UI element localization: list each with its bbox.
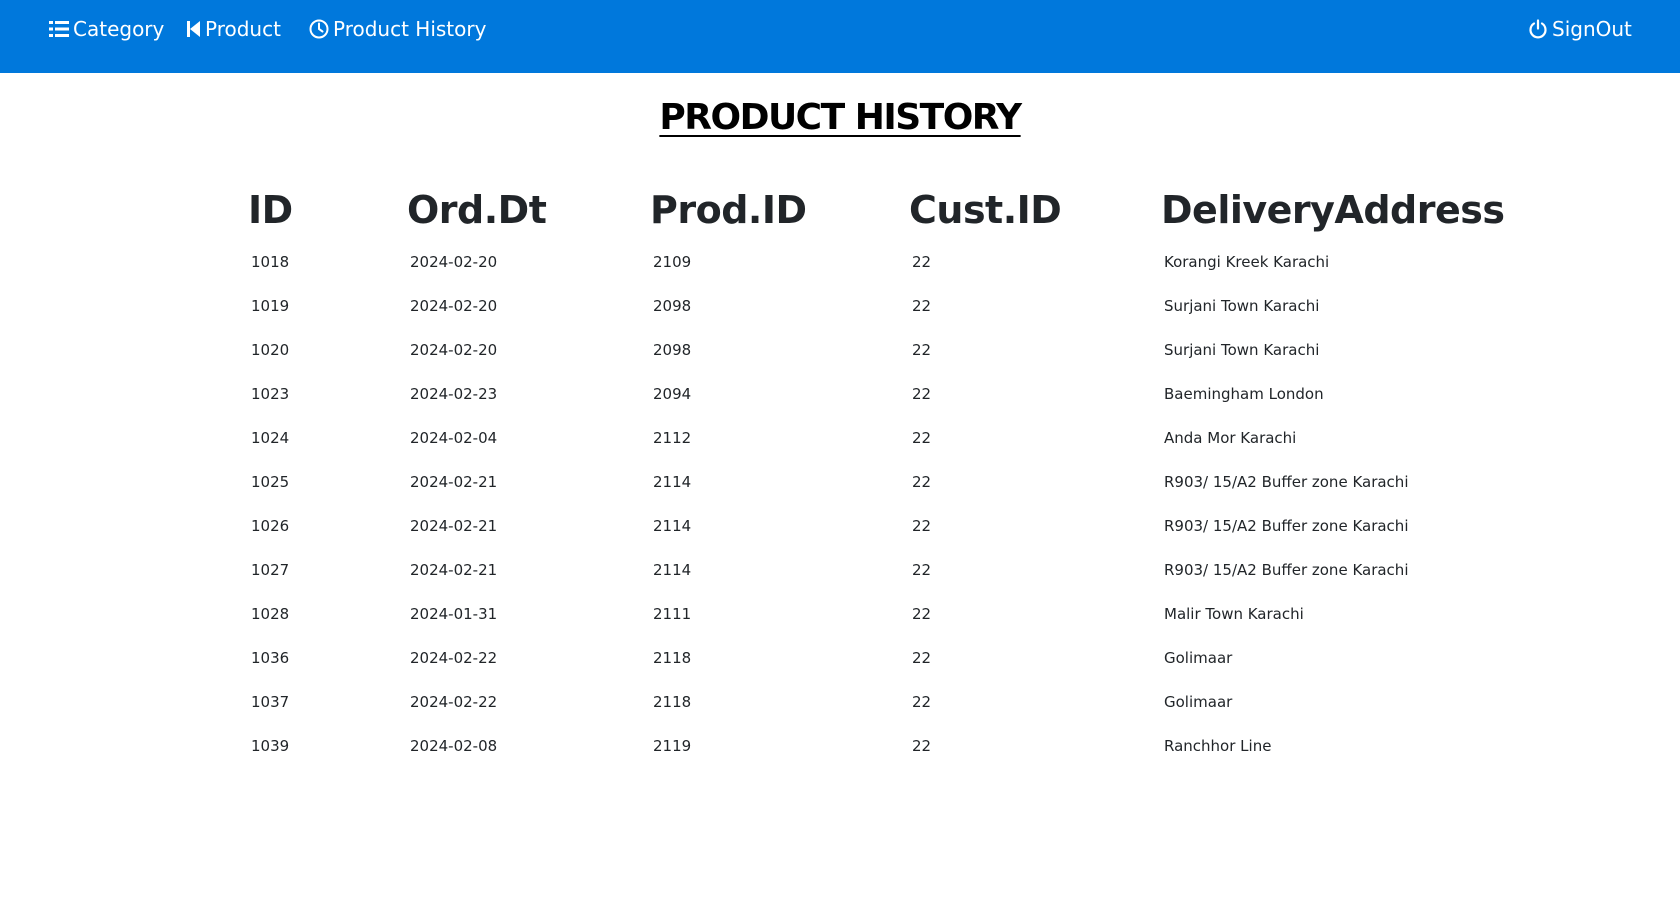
table-row: 1020 2024-02-20 2098 22 Surjani Town Karachi [248,328,1564,372]
cell-customer-id: 22 [912,737,932,755]
table-header-row: ID Ord.Dt Prod.ID Cust.ID DeliveryAddres… [248,180,1564,240]
cell-customer-id: 22 [912,297,932,315]
cell-order-date: 2024-02-20 [410,341,498,359]
column-header-delivery-address: DeliveryAddress [1161,188,1505,232]
cell-id: 1037 [251,693,290,711]
table-body: 1018 2024-02-20 2109 22 Korangi Kreek Karach… [248,240,1564,768]
column-header-id: ID [248,188,293,232]
page-title: PRODUCT HISTORY [659,97,1022,138]
top-navbar: Category Product Product History SignOut [0,0,1680,73]
cell-delivery-address: Korangi Kreek Karachi [1164,253,1330,271]
nav-link-product-history[interactable]: Product History [309,0,486,58]
cell-delivery-address: Anda Mor Karachi [1164,429,1297,447]
table-row: 1025 2024-02-21 2114 22 R903/ 15/A2 Buffer z… [248,460,1564,504]
table-row: 1026 2024-02-21 2114 22 R903/ 15/A2 Buffer z… [248,504,1564,548]
table-row: 1023 2024-02-23 2094 22 Baemingham London [248,372,1564,416]
nav-signout-label: SignOut [1552,17,1632,41]
table-row: 1037 2024-02-22 2118 22 Golimaar [248,680,1564,724]
cell-delivery-address: R903/ 15/A2 Buffer zone Karachi [1164,473,1409,491]
table-row: 1024 2024-02-04 2112 22 Anda Mor Karachi [248,416,1564,460]
cell-order-date: 2024-02-21 [410,517,498,535]
cell-id: 1039 [251,737,290,755]
cell-customer-id: 22 [912,605,932,623]
cell-order-date: 2024-02-21 [410,561,498,579]
cell-id: 1020 [251,341,290,359]
cell-product-id: 2114 [653,517,692,535]
table-row: 1019 2024-02-20 2098 22 Surjani Town Karachi [248,284,1564,328]
table-row: 1036 2024-02-22 2118 22 Golimaar [248,636,1564,680]
cell-delivery-address: Malir Town Karachi [1164,605,1304,623]
cell-product-id: 2111 [653,605,692,623]
list-icon [49,20,69,38]
cell-customer-id: 22 [912,649,932,667]
cell-order-date: 2024-02-23 [410,385,498,403]
cell-customer-id: 22 [912,253,932,271]
cell-order-date: 2024-02-21 [410,473,498,491]
cell-product-id: 2118 [653,693,692,711]
nav-link-category[interactable]: Category [49,0,164,58]
cell-order-date: 2024-02-22 [410,693,498,711]
power-icon [1528,19,1548,39]
cell-order-date: 2024-02-04 [410,429,498,447]
cell-customer-id: 22 [912,561,932,579]
cell-delivery-address: R903/ 15/A2 Buffer zone Karachi [1164,561,1409,579]
cell-id: 1028 [251,605,290,623]
skip-back-icon [187,20,201,38]
cell-order-date: 2024-02-20 [410,253,498,271]
cell-order-date: 2024-02-20 [410,297,498,315]
cell-id: 1024 [251,429,290,447]
cell-customer-id: 22 [912,473,932,491]
table-row: 1018 2024-02-20 2109 22 Korangi Kreek Karach… [248,240,1564,284]
table-row: 1028 2024-01-31 2111 22 Malir Town Karachi [248,592,1564,636]
cell-product-id: 2112 [653,429,692,447]
clock-icon [309,19,329,39]
cell-order-date: 2024-02-08 [410,737,498,755]
nav-link-product[interactable]: Product [187,0,281,58]
nav-category-label: Category [73,17,165,41]
column-header-product-id: Prod.ID [650,188,807,232]
cell-id: 1018 [251,253,290,271]
table-row: 1039 2024-02-08 2119 22 Ranchhor Line [248,724,1564,768]
cell-product-id: 2114 [653,473,692,491]
cell-id: 1019 [251,297,290,315]
cell-id: 1026 [251,517,290,535]
nav-product-label: Product [205,17,281,41]
cell-delivery-address: Golimaar [1164,693,1233,711]
cell-order-date: 2024-02-22 [410,649,498,667]
cell-product-id: 2098 [653,297,692,315]
column-header-customer-id: Cust.ID [909,188,1062,232]
nav-history-label: Product History [333,17,487,41]
cell-customer-id: 22 [912,693,932,711]
cell-id: 1023 [251,385,290,403]
cell-customer-id: 22 [912,341,932,359]
cell-delivery-address: Surjani Town Karachi [1164,297,1320,315]
cell-delivery-address: R903/ 15/A2 Buffer zone Karachi [1164,517,1409,535]
cell-product-id: 2109 [653,253,692,271]
cell-product-id: 2119 [653,737,692,755]
cell-delivery-address: Golimaar [1164,649,1233,667]
cell-customer-id: 22 [912,385,932,403]
cell-delivery-address: Ranchhor Line [1164,737,1272,755]
cell-delivery-address: Baemingham London [1164,385,1324,403]
cell-product-id: 2114 [653,561,692,579]
cell-id: 1027 [251,561,290,579]
table-row: 1027 2024-02-21 2114 22 R903/ 15/A2 Buffer z… [248,548,1564,592]
cell-order-date: 2024-01-31 [410,605,498,623]
cell-id: 1036 [251,649,290,667]
cell-product-id: 2098 [653,341,692,359]
cell-id: 1025 [251,473,290,491]
cell-customer-id: 22 [912,517,932,535]
cell-customer-id: 22 [912,429,932,447]
cell-product-id: 2094 [653,385,692,403]
nav-link-signout[interactable]: SignOut [1528,0,1632,58]
cell-delivery-address: Surjani Town Karachi [1164,341,1320,359]
column-header-order-date: Ord.Dt [407,188,547,232]
cell-product-id: 2118 [653,649,692,667]
product-history-table: ID Ord.Dt Prod.ID Cust.ID DeliveryAddres… [248,180,1564,768]
